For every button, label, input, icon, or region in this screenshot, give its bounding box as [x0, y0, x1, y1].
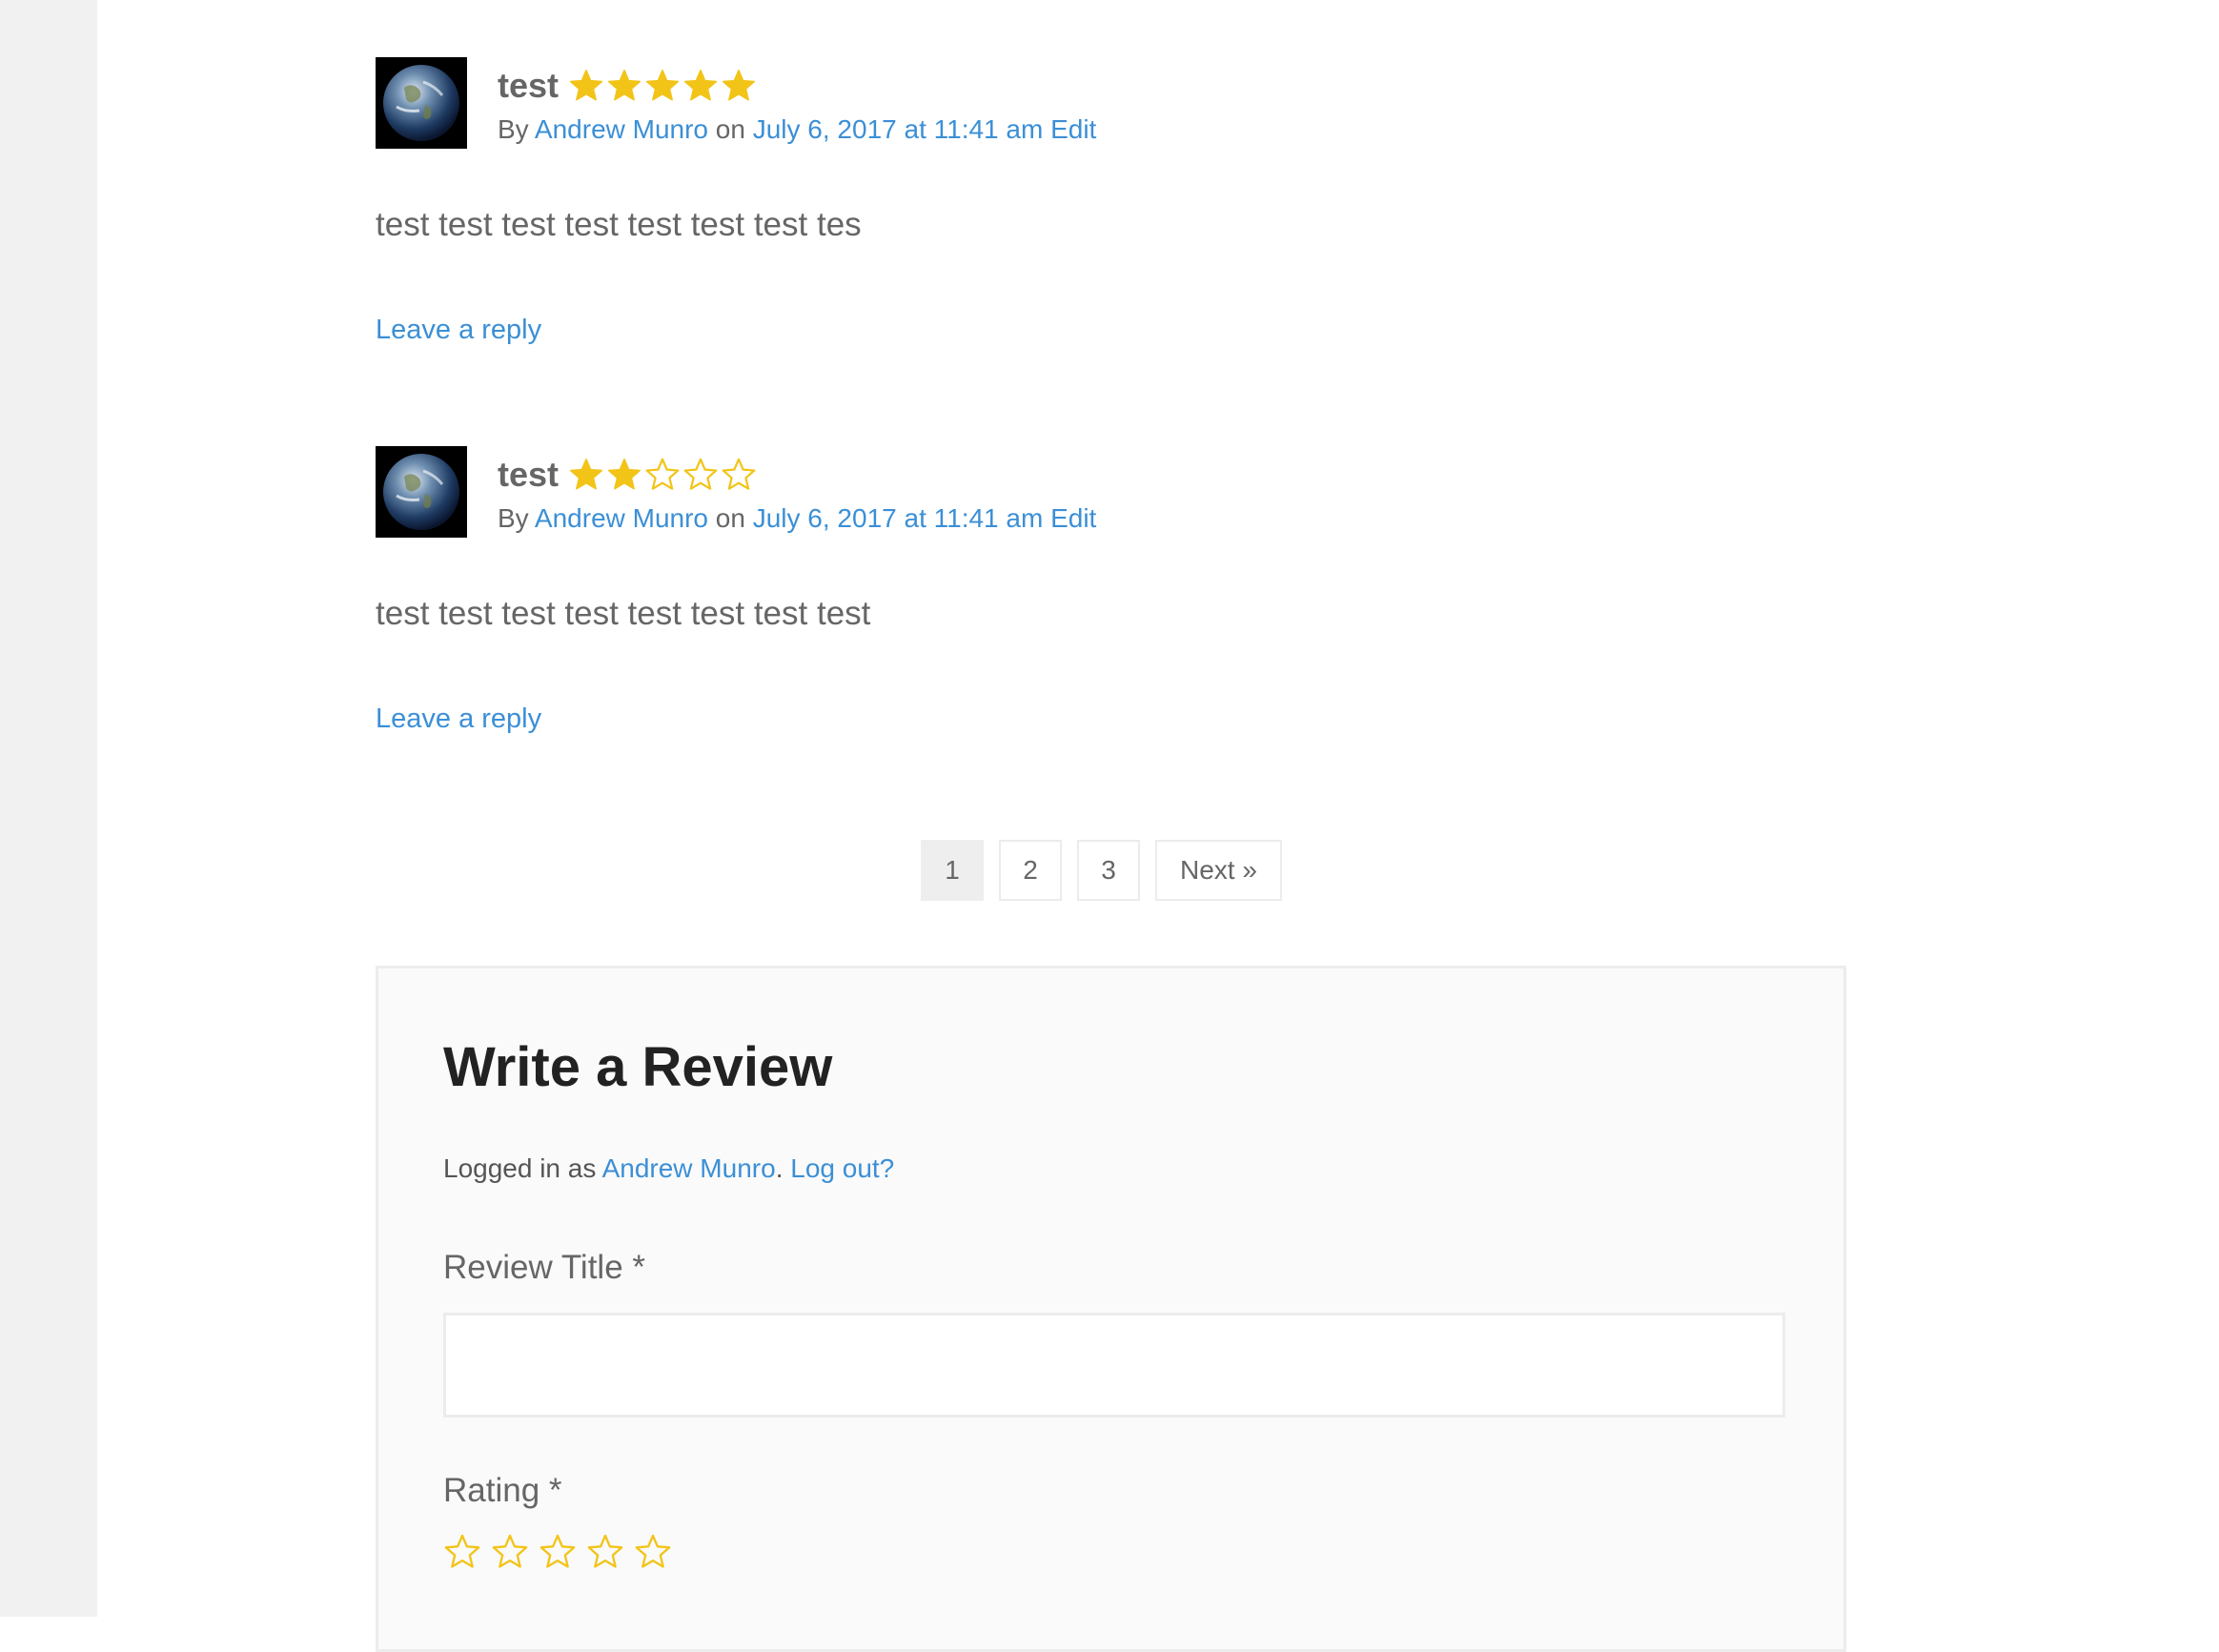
- star-filled-icon: [607, 70, 641, 101]
- star-filled-icon: [645, 70, 680, 101]
- star-outline-icon: [683, 458, 718, 490]
- star-filled-icon: [683, 70, 718, 101]
- star-rating: [568, 68, 759, 104]
- review-header: test By Andrew Munro on July 6, 2017 at …: [498, 63, 1096, 145]
- leave-reply-link[interactable]: Leave a reply: [376, 315, 541, 346]
- star-filled-icon: [569, 70, 603, 101]
- page-3-button[interactable]: 3: [1077, 840, 1140, 901]
- logout-link[interactable]: Log out?: [790, 1153, 894, 1183]
- review-title: test: [498, 66, 560, 105]
- star-filled-icon: [569, 459, 603, 490]
- author-link[interactable]: Andrew Munro: [535, 114, 708, 144]
- review-title: test: [498, 455, 560, 494]
- review-text: test test test test test test test tes: [376, 206, 862, 243]
- review-text: test test test test test test test test: [376, 595, 871, 632]
- star-outline-icon: [722, 458, 756, 490]
- left-sidebar-gutter: [0, 0, 97, 1617]
- next-page-button[interactable]: Next »: [1155, 840, 1282, 901]
- star-rating: [568, 457, 759, 493]
- star-outline-icon[interactable]: [491, 1533, 529, 1571]
- star-outline-icon[interactable]: [539, 1533, 577, 1571]
- page-1-button[interactable]: 1: [921, 840, 984, 901]
- earth-avatar-image: [376, 57, 467, 149]
- star-outline-icon[interactable]: [443, 1533, 481, 1571]
- by-label: By: [498, 503, 535, 533]
- on-label: on: [708, 114, 753, 144]
- author-link[interactable]: Andrew Munro: [535, 503, 708, 533]
- star-outline-icon[interactable]: [634, 1533, 672, 1571]
- by-label: By: [498, 114, 535, 144]
- date-link[interactable]: July 6, 2017 at 11:41 am: [753, 114, 1044, 144]
- on-label: on: [708, 503, 753, 533]
- review-title-input[interactable]: [443, 1313, 1785, 1417]
- review-title-label: Review Title *: [443, 1249, 646, 1286]
- edit-link[interactable]: Edit: [1050, 114, 1096, 144]
- logged-in-label: Logged in as: [443, 1153, 602, 1183]
- rating-label: Rating *: [443, 1472, 562, 1509]
- pagination: 1 2 3 Next »: [921, 840, 1297, 901]
- logged-in-notice: Logged in as Andrew Munro. Log out?: [443, 1153, 894, 1184]
- star-outline-icon[interactable]: [586, 1533, 624, 1571]
- star-filled-icon: [722, 70, 756, 101]
- review-byline: By Andrew Munro on July 6, 2017 at 11:41…: [498, 503, 1096, 534]
- avatar: [376, 57, 467, 149]
- leave-reply-link[interactable]: Leave a reply: [376, 704, 541, 735]
- write-review-form: Write a Review Logged in as Andrew Munro…: [376, 966, 1846, 1652]
- page-2-button[interactable]: 2: [999, 840, 1062, 901]
- write-review-heading: Write a Review: [443, 1036, 833, 1098]
- star-outline-icon: [645, 458, 680, 490]
- rating-input: [443, 1533, 682, 1571]
- review-header: test By Andrew Munro on July 6, 2017 at …: [498, 452, 1096, 534]
- date-link[interactable]: July 6, 2017 at 11:41 am: [753, 503, 1044, 533]
- star-filled-icon: [607, 459, 641, 490]
- earth-avatar-image: [376, 446, 467, 538]
- avatar: [376, 446, 467, 538]
- edit-link[interactable]: Edit: [1050, 503, 1096, 533]
- user-profile-link[interactable]: Andrew Munro: [602, 1153, 776, 1183]
- separator: .: [775, 1153, 784, 1183]
- review-byline: By Andrew Munro on July 6, 2017 at 11:41…: [498, 114, 1096, 145]
